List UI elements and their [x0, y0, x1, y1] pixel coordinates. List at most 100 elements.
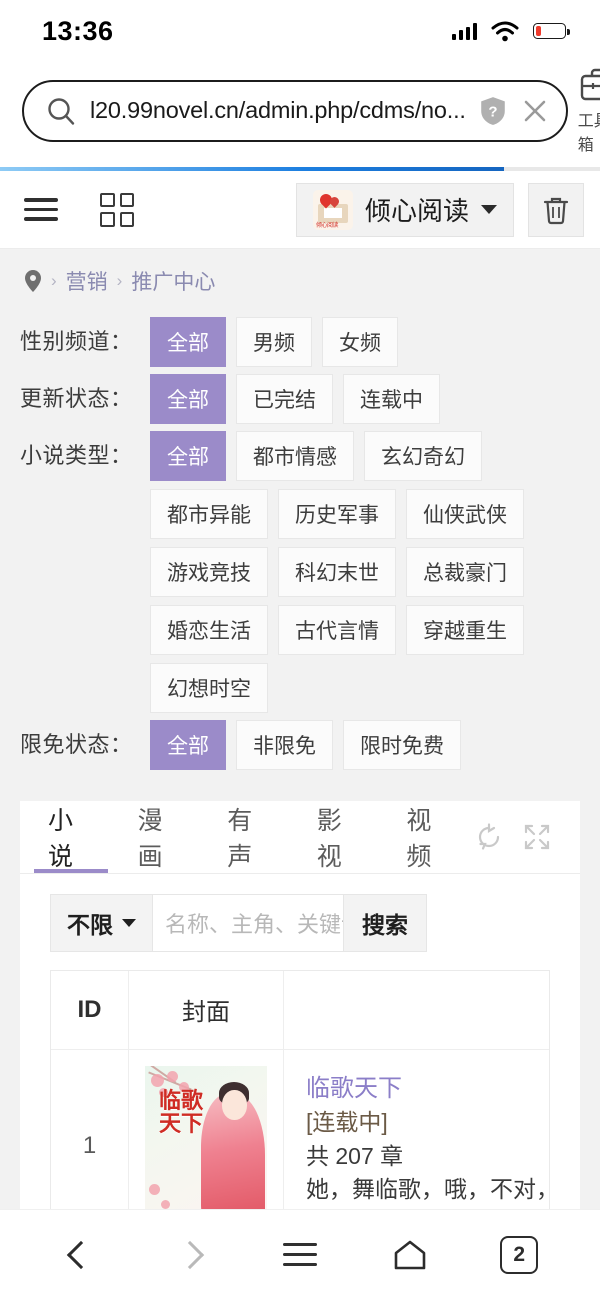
chevron-left-icon — [66, 1240, 95, 1269]
filter-options-novel-type: 全部 都市情感 玄幻奇幻 都市异能 历史军事 仙侠武侠 游戏竞技 科幻末世 总裁… — [150, 431, 580, 713]
tab-audio[interactable]: 有声 — [205, 801, 295, 873]
table-header-row: ID 封面 — [51, 970, 549, 1050]
filter-option-type-fantasy-timespace[interactable]: 幻想时空 — [150, 663, 268, 713]
brand-dropdown-button[interactable]: 倾心阅读 倾心阅读 — [295, 182, 514, 237]
filter-option-gender-male[interactable]: 男频 — [236, 317, 312, 367]
status-bar: 13:36 — [0, 0, 600, 62]
tab-actions — [474, 822, 574, 852]
phone-screen: 13:36 l20.99novel.cn/admin.php/cdms/no..… — [0, 0, 600, 1299]
filter-option-type-all[interactable]: 全部 — [150, 431, 226, 481]
filter-label-free-status: 限免状态： — [20, 732, 133, 757]
signal-bars-icon — [451, 22, 477, 40]
search-input[interactable]: 名称、主角、关键词 — [152, 893, 344, 952]
search-group: 不限 名称、主角、关键词 搜索 — [50, 893, 427, 952]
filter-option-gender-all[interactable]: 全部 — [150, 317, 226, 367]
trash-button[interactable] — [528, 182, 584, 237]
filter-option-free-limited-time[interactable]: 限时免费 — [343, 720, 461, 770]
filter-option-gender-female[interactable]: 女频 — [322, 317, 398, 367]
status-time: 13:36 — [42, 15, 114, 46]
filter-option-type-marriage-life[interactable]: 婚恋生活 — [150, 605, 268, 655]
nav-back-button[interactable] — [46, 1227, 116, 1283]
tab-film[interactable]: 影视 — [295, 801, 385, 873]
tab-video[interactable]: 视频 — [384, 801, 474, 873]
search-scope-label: 不限 — [67, 911, 113, 938]
tab-count-badge: 2 — [500, 1235, 539, 1274]
url-input-container[interactable]: l20.99novel.cn/admin.php/cdms/no... ? — [22, 79, 568, 142]
refresh-icon[interactable] — [474, 822, 504, 852]
home-icon — [394, 1240, 425, 1269]
filter-options-gender-channel: 全部 男频 女频 — [150, 317, 580, 367]
chevron-right-icon — [176, 1240, 205, 1269]
filter-option-free-all[interactable]: 全部 — [150, 720, 226, 770]
toolbox-label: 工具箱 — [577, 113, 600, 154]
tab-comic[interactable]: 漫画 — [116, 801, 206, 873]
filter-row-novel-type: 小说类型： 全部 都市情感 玄幻奇幻 都市异能 历史军事 仙侠武侠 游戏竞技 科… — [0, 431, 600, 713]
brand-name: 倾心阅读 — [364, 196, 469, 226]
filter-label-update-status: 更新状态： — [20, 386, 133, 411]
filter-option-type-xianxia[interactable]: 仙侠武侠 — [406, 489, 524, 539]
filter-option-status-ongoing[interactable]: 连载中 — [343, 374, 440, 424]
content-tabs: 小说 漫画 有声 影视 视频 — [20, 801, 580, 873]
filter-panel: 性别频道： 全部 男频 女频 更新状态： 全部 已完结 连载中 小说类型： 全部… — [0, 313, 600, 795]
table-row[interactable]: 1 临歌天下 临歌天下 [连载中] 共 207 章 她，舞临歌，哦，不对 — [51, 1049, 549, 1209]
book-title-link[interactable]: 临歌天下 — [306, 1072, 549, 1107]
filter-row-free-status: 限免状态： 全部 非限免 限时免费 — [0, 720, 600, 770]
filter-options-free-status: 全部 非限免 限时免费 — [150, 720, 580, 770]
filter-option-type-time-travel[interactable]: 穿越重生 — [406, 605, 524, 655]
page-load-progress — [0, 167, 600, 171]
book-description: 她，舞临歌，哦，不对，或许 — [306, 1176, 549, 1202]
book-chapter-count: 共 207 章 — [306, 1142, 404, 1169]
breadcrumb-item-marketing[interactable]: 营销 — [66, 266, 108, 296]
wifi-icon — [491, 21, 519, 42]
search-scope-select[interactable]: 不限 — [50, 893, 152, 952]
search-icon — [48, 97, 75, 125]
nav-tab-switcher-button[interactable]: 2 — [484, 1227, 554, 1283]
book-status: [连载中] — [306, 1109, 388, 1136]
chevron-down-icon — [481, 205, 497, 214]
filter-label-novel-type: 小说类型： — [20, 443, 133, 468]
breadcrumb-separator-2: › — [116, 271, 123, 290]
filter-option-type-fantasy[interactable]: 玄幻奇幻 — [364, 431, 482, 481]
location-pin-icon — [25, 270, 41, 292]
shield-question-icon[interactable]: ? — [480, 96, 506, 126]
book-cover-image: 临歌天下 — [145, 1065, 267, 1209]
breadcrumb-item-promotion-center[interactable]: 推广中心 — [131, 266, 215, 296]
tab-novel[interactable]: 小说 — [26, 801, 116, 873]
hamburger-menu-icon[interactable] — [24, 198, 58, 221]
battery-low-icon — [533, 23, 570, 39]
filter-option-status-all[interactable]: 全部 — [150, 374, 226, 424]
breadcrumb-separator: › — [51, 271, 57, 290]
trash-icon — [543, 197, 569, 224]
browser-url-bar: l20.99novel.cn/admin.php/cdms/no... ? 工具… — [0, 62, 600, 167]
table-header-id: ID — [51, 970, 129, 1049]
toolbox-button[interactable]: 工具箱 — [578, 66, 600, 155]
grid-apps-icon[interactable] — [100, 192, 134, 227]
briefcase-icon — [580, 68, 600, 101]
filter-option-type-history-military[interactable]: 历史军事 — [278, 489, 396, 539]
filter-option-type-scifi-apocalypse[interactable]: 科幻末世 — [278, 547, 396, 597]
filter-option-type-ancient-romance[interactable]: 古代言情 — [278, 605, 396, 655]
filter-option-type-ceo-romance[interactable]: 总裁豪门 — [406, 547, 524, 597]
row-cover-cell[interactable]: 临歌天下 — [129, 1049, 284, 1209]
search-button[interactable]: 搜索 — [344, 893, 427, 952]
filter-option-status-completed[interactable]: 已完结 — [236, 374, 333, 424]
nav-home-button[interactable] — [375, 1227, 445, 1283]
page-toolbar: 倾心阅读 倾心阅读 — [0, 171, 600, 249]
row-info-cell: 临歌天下 [连载中] 共 207 章 她，舞临歌，哦，不对，或许 — [284, 1050, 549, 1209]
nav-forward-button[interactable] — [155, 1227, 225, 1283]
url-text[interactable]: l20.99novel.cn/admin.php/cdms/no... — [90, 97, 466, 124]
filter-option-free-not-limited[interactable]: 非限免 — [236, 720, 333, 770]
content-card: 小说 漫画 有声 影视 视频 不限 名称、主角、关键词 搜索 ID 封面 1 临… — [20, 801, 580, 1209]
chevron-down-icon — [122, 918, 136, 927]
close-icon[interactable] — [520, 96, 550, 126]
filter-option-type-game-esports[interactable]: 游戏竞技 — [150, 547, 268, 597]
filter-option-type-urban-romance[interactable]: 都市情感 — [236, 431, 354, 481]
filter-option-type-urban-powers[interactable]: 都市异能 — [150, 489, 268, 539]
breadcrumb: › 营销 › 推广中心 — [0, 249, 600, 313]
browser-bottom-nav: 2 — [0, 1209, 600, 1299]
search-row: 不限 名称、主角、关键词 搜索 — [20, 874, 580, 970]
filter-options-update-status: 全部 已完结 连载中 — [150, 374, 580, 424]
nav-menu-button[interactable] — [265, 1227, 335, 1283]
heart-book-logo-icon: 倾心阅读 — [312, 189, 353, 230]
fullscreen-expand-icon[interactable] — [522, 822, 552, 852]
